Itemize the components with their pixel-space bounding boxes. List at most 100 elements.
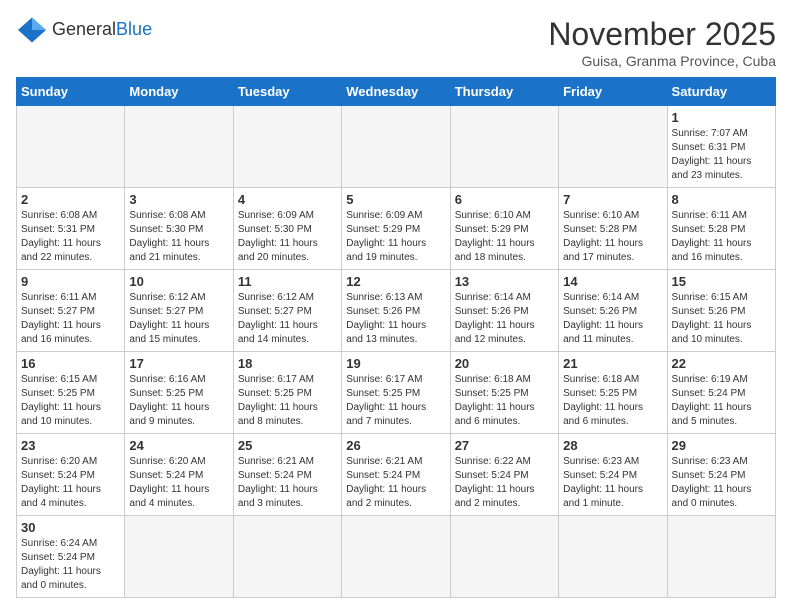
day-number: 19 <box>346 356 445 371</box>
day-number: 11 <box>238 274 337 289</box>
day-number: 24 <box>129 438 228 453</box>
day-info: Sunrise: 6:08 AM Sunset: 5:31 PM Dayligh… <box>21 209 120 265</box>
calendar-cell <box>342 516 450 598</box>
day-info: Sunrise: 6:19 AM Sunset: 5:24 PM Dayligh… <box>672 373 771 429</box>
day-info: Sunrise: 6:11 AM Sunset: 5:28 PM Dayligh… <box>672 209 771 265</box>
weekday-header-sunday: Sunday <box>17 78 125 106</box>
day-info: Sunrise: 6:20 AM Sunset: 5:24 PM Dayligh… <box>21 455 120 511</box>
day-info: Sunrise: 6:13 AM Sunset: 5:26 PM Dayligh… <box>346 291 445 347</box>
day-number: 3 <box>129 192 228 207</box>
calendar-cell: 17Sunrise: 6:16 AM Sunset: 5:25 PM Dayli… <box>125 352 233 434</box>
day-number: 1 <box>672 110 771 125</box>
day-info: Sunrise: 6:22 AM Sunset: 5:24 PM Dayligh… <box>455 455 554 511</box>
calendar-cell: 27 Sunrise: 6:22 AM Sunset: 5:24 PM Dayli… <box>450 434 558 516</box>
calendar-cell: 21 Sunrise: 6:18 AM Sunset: 5:25 PM Dayli… <box>559 352 667 434</box>
day-number: 8 <box>672 192 771 207</box>
calendar-cell: 2Sunrise: 6:08 AM Sunset: 5:31 PM Daylig… <box>17 188 125 270</box>
day-number: 10 <box>129 274 228 289</box>
day-info: Sunrise: 6:15 AM Sunset: 5:26 PM Dayligh… <box>672 291 771 347</box>
calendar-cell: 23 Sunrise: 6:20 AM Sunset: 5:24 PM Dayli… <box>17 434 125 516</box>
day-info: Sunrise: 7:07 AM Sunset: 6:31 PM Dayligh… <box>672 127 771 183</box>
calendar-cell: 22Sunrise: 6:19 AM Sunset: 5:24 PM Dayli… <box>667 352 775 434</box>
day-number: 14 <box>563 274 662 289</box>
day-info: Sunrise: 6:15 AM Sunset: 5:25 PM Dayligh… <box>21 373 120 429</box>
day-info: Sunrise: 6:23 AM Sunset: 5:24 PM Dayligh… <box>672 455 771 511</box>
logo: GeneralBlue <box>16 16 152 44</box>
calendar-cell: 28 Sunrise: 6:23 AM Sunset: 5:24 PM Dayli… <box>559 434 667 516</box>
calendar-cell: 13Sunrise: 6:14 AM Sunset: 5:26 PM Dayli… <box>450 270 558 352</box>
calendar-table: SundayMondayTuesdayWednesdayThursdayFrid… <box>16 77 776 598</box>
location-subtitle: Guisa, Granma Province, Cuba <box>548 53 776 69</box>
calendar-cell <box>342 106 450 188</box>
day-number: 28 <box>563 438 662 453</box>
weekday-header-monday: Monday <box>125 78 233 106</box>
week-row-3: 9 Sunrise: 6:11 AM Sunset: 5:27 PM Daylig… <box>17 270 776 352</box>
calendar-cell: 18 Sunrise: 6:17 AM Sunset: 5:25 PM Dayli… <box>233 352 341 434</box>
day-info: Sunrise: 6:09 AM Sunset: 5:29 PM Dayligh… <box>346 209 445 265</box>
day-info: Sunrise: 6:21 AM Sunset: 5:24 PM Dayligh… <box>346 455 445 511</box>
calendar-cell: 14 Sunrise: 6:14 AM Sunset: 5:26 PM Dayli… <box>559 270 667 352</box>
day-info: Sunrise: 6:17 AM Sunset: 5:25 PM Dayligh… <box>238 373 337 429</box>
calendar-cell <box>233 106 341 188</box>
title-area: November 2025 Guisa, Granma Province, Cu… <box>548 16 776 69</box>
weekday-header-tuesday: Tuesday <box>233 78 341 106</box>
logo-icon <box>16 16 48 44</box>
day-info: Sunrise: 6:14 AM Sunset: 5:26 PM Dayligh… <box>563 291 662 347</box>
calendar-cell: 8 Sunrise: 6:11 AM Sunset: 5:28 PM Daylig… <box>667 188 775 270</box>
weekday-header-wednesday: Wednesday <box>342 78 450 106</box>
calendar-cell: 5Sunrise: 6:09 AM Sunset: 5:29 PM Daylig… <box>342 188 450 270</box>
day-number: 15 <box>672 274 771 289</box>
calendar-cell: 9 Sunrise: 6:11 AM Sunset: 5:27 PM Daylig… <box>17 270 125 352</box>
day-number: 29 <box>672 438 771 453</box>
day-info: Sunrise: 6:09 AM Sunset: 5:30 PM Dayligh… <box>238 209 337 265</box>
calendar-cell: 16 Sunrise: 6:15 AM Sunset: 5:25 PM Dayli… <box>17 352 125 434</box>
calendar-cell: 19 Sunrise: 6:17 AM Sunset: 5:25 PM Dayli… <box>342 352 450 434</box>
calendar-cell: 11 Sunrise: 6:12 AM Sunset: 5:27 PM Dayli… <box>233 270 341 352</box>
calendar-cell: 12Sunrise: 6:13 AM Sunset: 5:26 PM Dayli… <box>342 270 450 352</box>
day-number: 23 <box>21 438 120 453</box>
day-number: 18 <box>238 356 337 371</box>
day-info: Sunrise: 6:21 AM Sunset: 5:24 PM Dayligh… <box>238 455 337 511</box>
calendar-cell: 24 Sunrise: 6:20 AM Sunset: 5:24 PM Dayli… <box>125 434 233 516</box>
day-number: 30 <box>21 520 120 535</box>
day-info: Sunrise: 6:23 AM Sunset: 5:24 PM Dayligh… <box>563 455 662 511</box>
week-row-1: 1 Sunrise: 7:07 AM Sunset: 6:31 PM Daylig… <box>17 106 776 188</box>
day-number: 9 <box>21 274 120 289</box>
day-number: 16 <box>21 356 120 371</box>
day-number: 4 <box>238 192 337 207</box>
day-info: Sunrise: 6:08 AM Sunset: 5:30 PM Dayligh… <box>129 209 228 265</box>
calendar-cell: 3 Sunrise: 6:08 AM Sunset: 5:30 PM Daylig… <box>125 188 233 270</box>
day-number: 21 <box>563 356 662 371</box>
calendar-cell: 29 Sunrise: 6:23 AM Sunset: 5:24 PM Dayli… <box>667 434 775 516</box>
weekday-header-friday: Friday <box>559 78 667 106</box>
calendar-cell: 1 Sunrise: 7:07 AM Sunset: 6:31 PM Daylig… <box>667 106 775 188</box>
day-info: Sunrise: 6:11 AM Sunset: 5:27 PM Dayligh… <box>21 291 120 347</box>
day-number: 27 <box>455 438 554 453</box>
weekday-header-saturday: Saturday <box>667 78 775 106</box>
day-info: Sunrise: 6:12 AM Sunset: 5:27 PM Dayligh… <box>238 291 337 347</box>
calendar-cell: 26Sunrise: 6:21 AM Sunset: 5:24 PM Dayli… <box>342 434 450 516</box>
calendar-cell <box>17 106 125 188</box>
calendar-cell: 15 Sunrise: 6:15 AM Sunset: 5:26 PM Dayli… <box>667 270 775 352</box>
day-info: Sunrise: 6:18 AM Sunset: 5:25 PM Dayligh… <box>563 373 662 429</box>
calendar-cell <box>125 106 233 188</box>
weekday-header-row: SundayMondayTuesdayWednesdayThursdayFrid… <box>17 78 776 106</box>
calendar-cell <box>559 106 667 188</box>
week-row-2: 2Sunrise: 6:08 AM Sunset: 5:31 PM Daylig… <box>17 188 776 270</box>
calendar-cell: 20 Sunrise: 6:18 AM Sunset: 5:25 PM Dayli… <box>450 352 558 434</box>
week-row-5: 23 Sunrise: 6:20 AM Sunset: 5:24 PM Dayli… <box>17 434 776 516</box>
calendar-cell <box>125 516 233 598</box>
header: GeneralBlue November 2025 Guisa, Granma … <box>16 16 776 69</box>
calendar-cell <box>450 106 558 188</box>
day-number: 25 <box>238 438 337 453</box>
calendar-cell: 25 Sunrise: 6:21 AM Sunset: 5:24 PM Dayli… <box>233 434 341 516</box>
day-info: Sunrise: 6:20 AM Sunset: 5:24 PM Dayligh… <box>129 455 228 511</box>
month-title: November 2025 <box>548 16 776 53</box>
calendar-cell: 30Sunrise: 6:24 AM Sunset: 5:24 PM Dayli… <box>17 516 125 598</box>
day-info: Sunrise: 6:18 AM Sunset: 5:25 PM Dayligh… <box>455 373 554 429</box>
calendar-cell: 4 Sunrise: 6:09 AM Sunset: 5:30 PM Daylig… <box>233 188 341 270</box>
day-number: 20 <box>455 356 554 371</box>
day-info: Sunrise: 6:17 AM Sunset: 5:25 PM Dayligh… <box>346 373 445 429</box>
week-row-4: 16 Sunrise: 6:15 AM Sunset: 5:25 PM Dayli… <box>17 352 776 434</box>
calendar-cell <box>450 516 558 598</box>
